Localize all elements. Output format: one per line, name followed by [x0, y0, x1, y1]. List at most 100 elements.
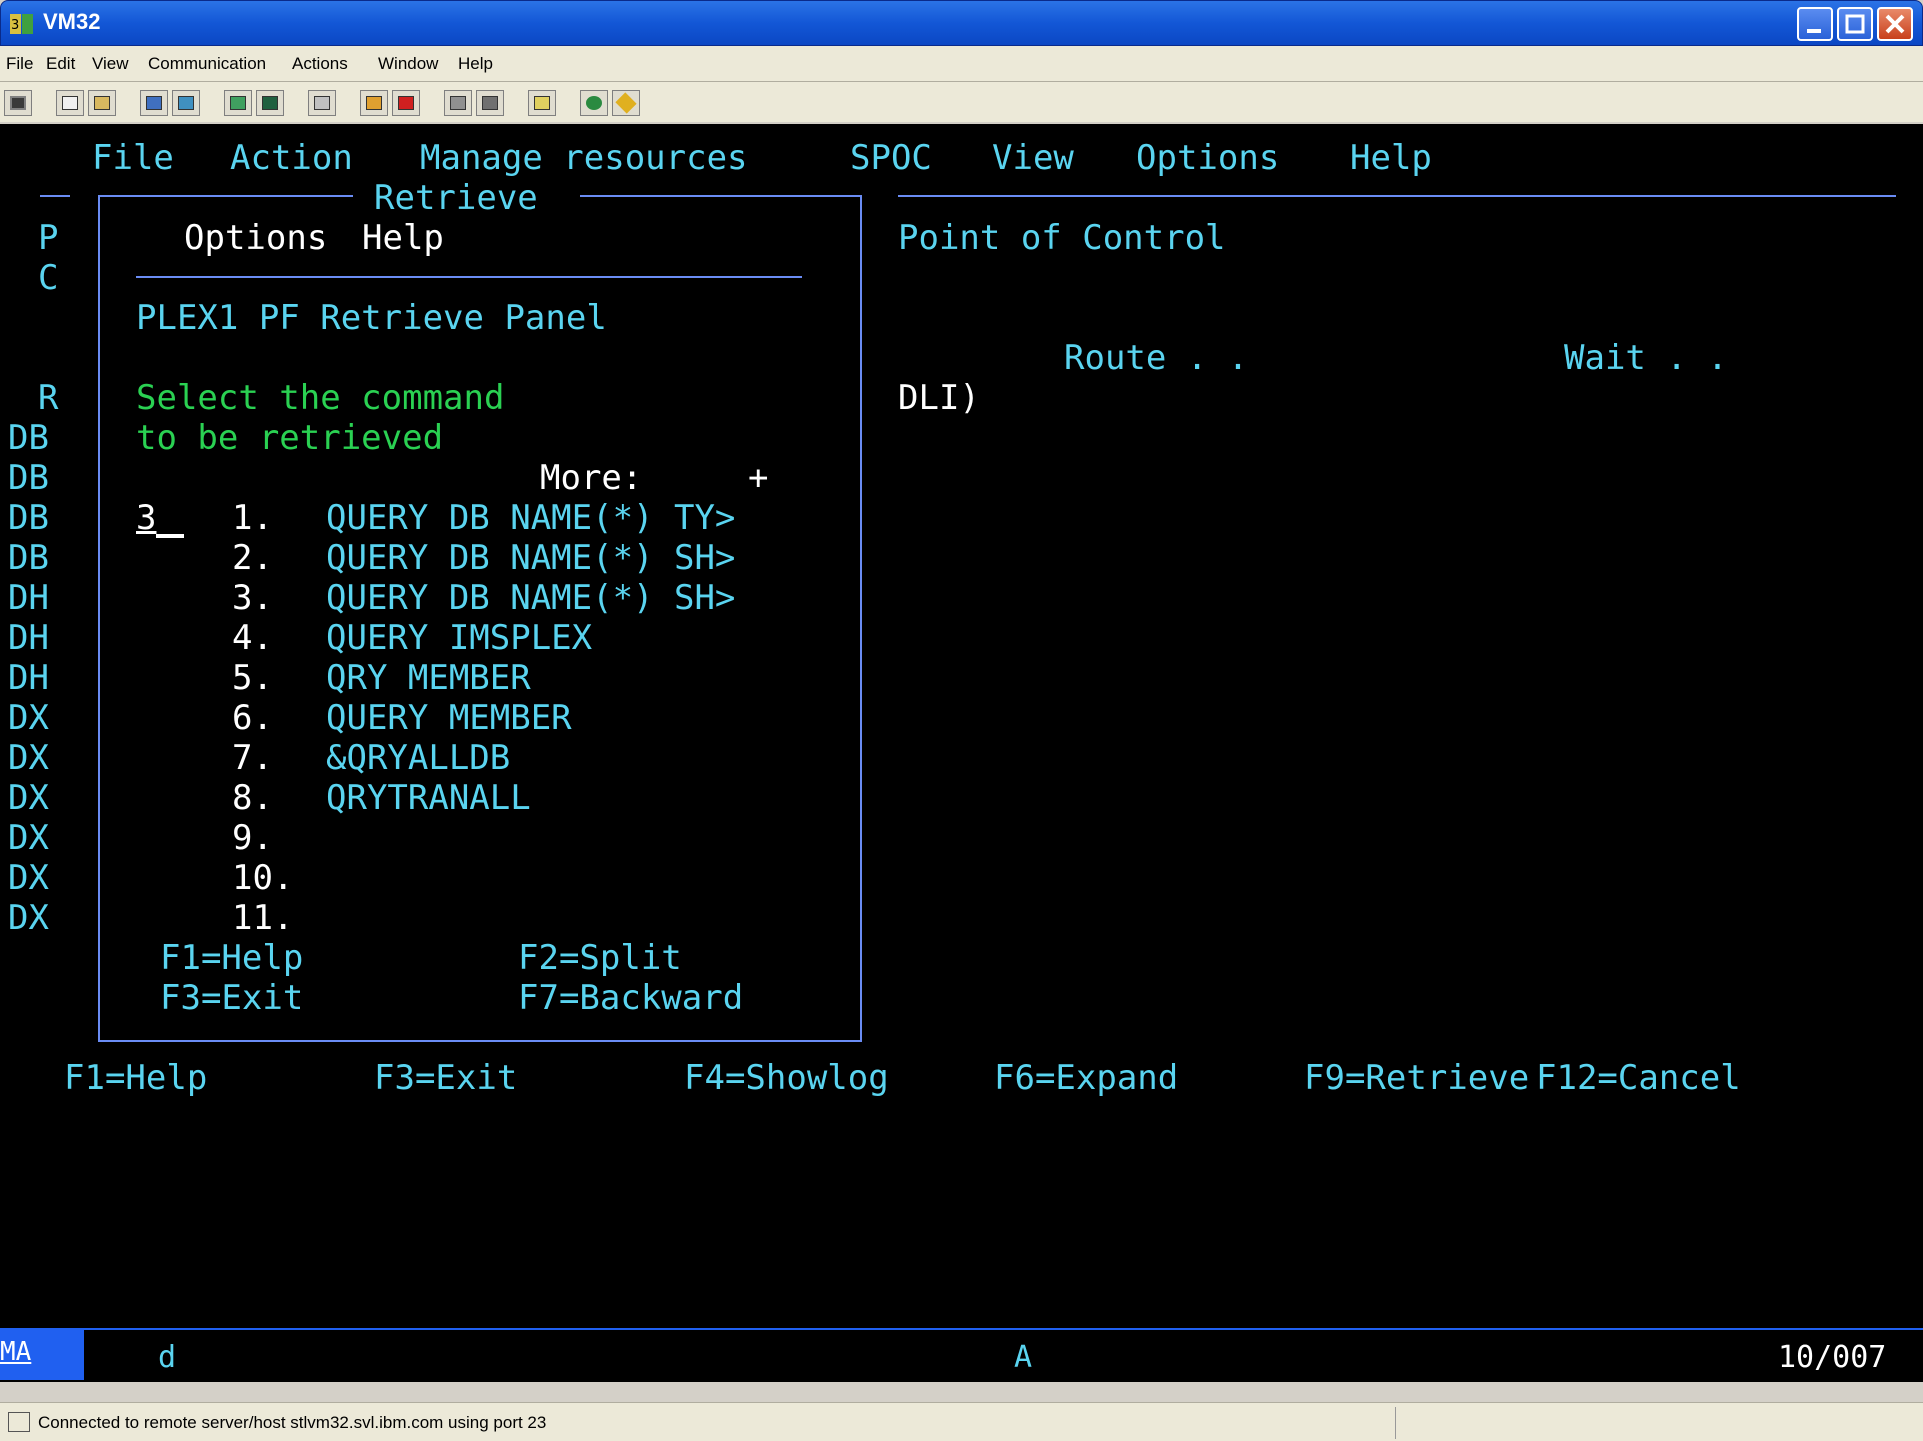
left-row: DX	[8, 738, 49, 778]
pause-button[interactable]	[476, 90, 504, 116]
clipboard-icon	[534, 96, 550, 110]
retrieve-item-command[interactable]: QUERY DB NAME(*) SH>	[326, 538, 735, 578]
close-icon	[1885, 14, 1905, 34]
oia-a: A	[1014, 1340, 1033, 1375]
popup-menu-help[interactable]: Help	[362, 218, 444, 258]
minimize-icon	[1807, 29, 1821, 33]
separator-left	[40, 195, 70, 197]
popup-menu-options[interactable]: Options	[184, 218, 327, 258]
menu-communication[interactable]: Communication	[148, 54, 266, 74]
vm32-app-icon: 3	[10, 14, 33, 34]
retrieve-item-command[interactable]: QUERY DB NAME(*) TY>	[326, 498, 735, 538]
selection-input[interactable]: 3	[136, 498, 156, 538]
point-of-control-title: Point of Control	[898, 218, 1226, 258]
minimize-button[interactable]	[1797, 7, 1833, 41]
left-row: DH	[8, 618, 49, 658]
record-button[interactable]	[360, 90, 388, 116]
fkey-expand[interactable]: F6=Expand	[994, 1058, 1178, 1098]
paste-button[interactable]	[88, 90, 116, 116]
retrieve-item-command[interactable]: &QRYALLDB	[326, 738, 510, 778]
popup-title: Retrieve	[374, 178, 538, 218]
popup-fkey-split[interactable]: F2=Split	[518, 938, 682, 978]
retrieve-item-number: 11.	[232, 898, 294, 938]
macro-icon	[262, 96, 278, 110]
globe-button[interactable]	[580, 90, 608, 116]
menu-file[interactable]: File	[6, 54, 33, 74]
print-icon	[314, 96, 330, 110]
retrieve-item-number: 6.	[232, 698, 273, 738]
keypad-button[interactable]	[224, 90, 252, 116]
menu-view[interactable]: View	[92, 54, 129, 74]
svg-text:3: 3	[11, 18, 19, 33]
close-button[interactable]	[1877, 7, 1913, 41]
oia-cursor-position: 10/007	[1778, 1340, 1887, 1375]
route-label: Route . .	[1064, 338, 1249, 378]
maximize-button[interactable]	[1837, 7, 1873, 41]
maximize-icon	[1845, 14, 1865, 34]
keypad-icon	[230, 96, 246, 110]
left-row: DB	[8, 498, 49, 538]
terminal-menu-spoc[interactable]: SPOC	[850, 138, 932, 178]
terminal-menu-options[interactable]: Options	[1136, 138, 1279, 178]
tag-button[interactable]	[612, 90, 640, 116]
popup-border-top-right	[580, 195, 862, 197]
left-row: DX	[8, 818, 49, 858]
left-row: DX	[8, 698, 49, 738]
retrieve-item-command[interactable]: QUERY DB NAME(*) SH>	[326, 578, 735, 618]
left-row: DX	[8, 858, 49, 898]
popup-more-label: More:	[540, 458, 643, 498]
retrieve-item-command[interactable]: QUERY MEMBER	[326, 698, 572, 738]
fkey-help[interactable]: F1=Help	[64, 1058, 207, 1098]
retrieve-item-command[interactable]: QRY MEMBER	[326, 658, 531, 698]
statusbar-panel	[1395, 1407, 1875, 1439]
terminal-menu-help[interactable]: Help	[1350, 138, 1432, 178]
stop-record-icon	[398, 96, 414, 110]
terminal-menu-file[interactable]: File	[92, 138, 174, 178]
left-label-r: R	[38, 378, 59, 418]
menu-edit[interactable]: Edit	[46, 54, 75, 74]
retrieve-item-command[interactable]: QRYTRANALL	[326, 778, 531, 818]
copy-icon	[62, 96, 78, 110]
fkey-retrieve[interactable]: F9=Retrieve	[1304, 1058, 1529, 1098]
connection-icon	[8, 1412, 30, 1432]
print-button[interactable]	[308, 90, 336, 116]
toolbar	[0, 82, 1923, 122]
pause-icon	[482, 96, 498, 110]
macro-button[interactable]	[256, 90, 284, 116]
window-titlebar[interactable]: 3 VM32	[0, 0, 1923, 46]
copy-button[interactable]	[56, 90, 84, 116]
receive-button[interactable]	[172, 90, 200, 116]
terminal-menu-action[interactable]: Action	[230, 138, 353, 178]
oia-separator	[0, 1328, 1923, 1330]
paste-icon	[94, 96, 110, 110]
popup-fkey-backward[interactable]: F7=Backward	[518, 978, 743, 1018]
play-button[interactable]	[444, 90, 472, 116]
popup-menu-separator	[136, 276, 802, 278]
window-title: VM32	[43, 9, 101, 34]
left-row: DX	[8, 898, 49, 938]
left-label-p: P	[38, 218, 59, 258]
menu-actions[interactable]: Actions	[292, 54, 348, 74]
menu-window[interactable]: Window	[378, 54, 438, 74]
fkey-cancel[interactable]: F12=Cancel	[1536, 1058, 1741, 1098]
retrieve-item-command[interactable]: QUERY IMSPLEX	[326, 618, 592, 658]
separator-right	[898, 195, 1896, 197]
popup-border-bottom	[98, 1040, 862, 1042]
fkey-exit[interactable]: F3=Exit	[374, 1058, 517, 1098]
terminal-menu-manage-resources[interactable]: Manage resources	[420, 138, 748, 178]
clipboard-button[interactable]	[528, 90, 556, 116]
retrieve-item-number: 7.	[232, 738, 273, 778]
screen-button[interactable]	[4, 90, 32, 116]
receive-icon	[178, 96, 194, 110]
menu-help[interactable]: Help	[458, 54, 493, 74]
popup-fkey-help[interactable]: F1=Help	[160, 938, 303, 978]
send-button[interactable]	[140, 90, 168, 116]
terminal-screen[interactable]: File Action Manage resources SPOC View O…	[0, 124, 1923, 1382]
stop-record-button[interactable]	[392, 90, 420, 116]
left-row: DB	[8, 458, 49, 498]
play-icon	[450, 96, 466, 110]
popup-fkey-exit[interactable]: F3=Exit	[160, 978, 303, 1018]
terminal-menu-view[interactable]: View	[992, 138, 1074, 178]
retrieve-item-number: 10.	[232, 858, 294, 898]
fkey-showlog[interactable]: F4=Showlog	[684, 1058, 889, 1098]
